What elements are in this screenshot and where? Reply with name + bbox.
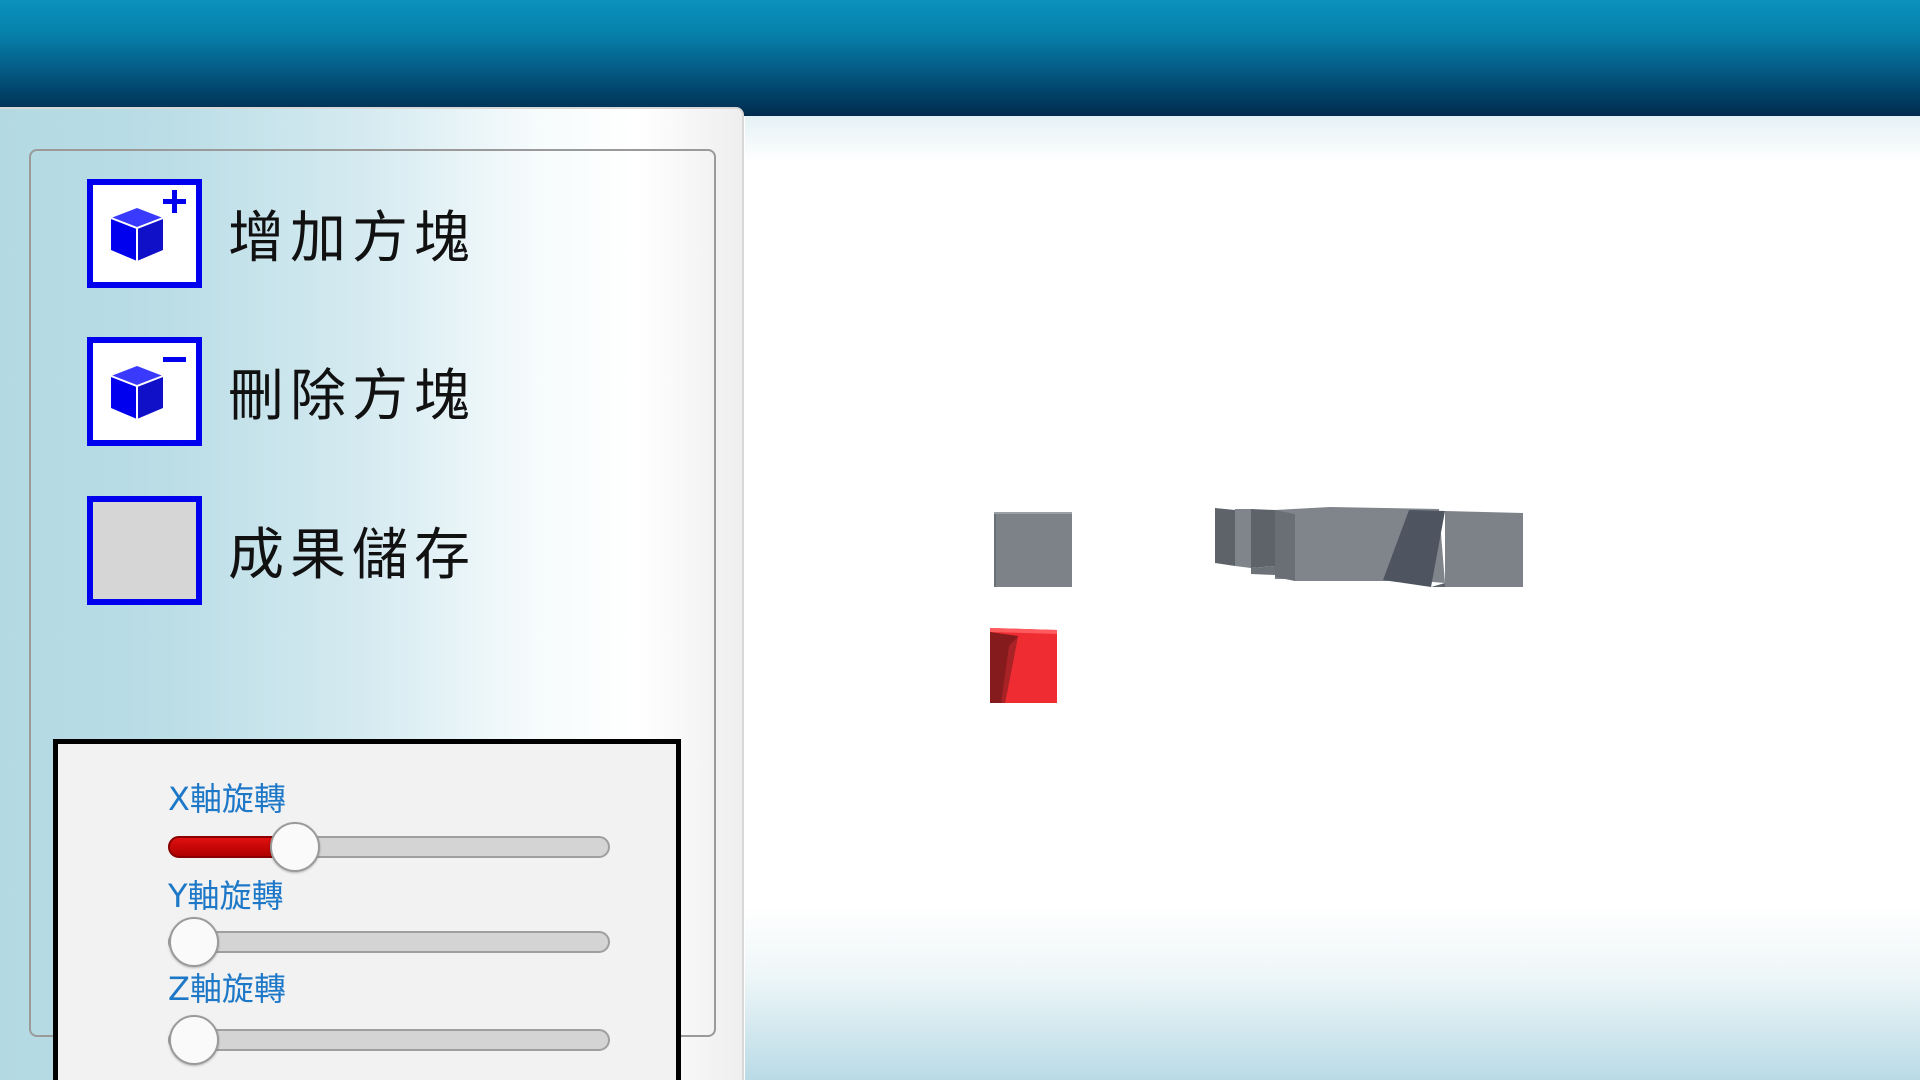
- remove-block-button[interactable]: 刪除方塊: [87, 337, 476, 446]
- z-rotation-slider[interactable]: [168, 1015, 610, 1065]
- rotation-control-box: X軸旋轉 Y軸旋轉 Z軸旋轉: [53, 739, 681, 1080]
- y-rotation-thumb[interactable]: [169, 917, 219, 967]
- add-block-label: 增加方塊: [228, 206, 476, 271]
- remove-block-label: 刪除方塊: [228, 364, 476, 429]
- remove-cube-icon[interactable]: [87, 337, 202, 446]
- top-header-bar: [0, 0, 1920, 116]
- selected-red-block[interactable]: [990, 628, 1057, 703]
- save-result-label: 成果儲存: [228, 523, 476, 588]
- x-rotation-slider[interactable]: [168, 822, 610, 872]
- add-block-button[interactable]: 增加方塊: [87, 179, 476, 288]
- y-rotation-label: Y軸旋轉: [168, 877, 284, 915]
- y-rotation-slider[interactable]: [168, 917, 610, 967]
- add-cube-icon[interactable]: [87, 179, 202, 288]
- x-rotation-label: X軸旋轉: [168, 780, 286, 818]
- scene-canvas[interactable]: [745, 116, 1920, 1080]
- z-rotation-thumb[interactable]: [169, 1015, 219, 1065]
- gray-block-1[interactable]: [994, 512, 1072, 587]
- control-panel: 增加方塊 刪除方塊 成果儲存 X軸旋轉 Y軸旋轉 Z軸旋轉: [0, 107, 744, 1080]
- app-window: 增加方塊 刪除方塊 成果儲存 X軸旋轉 Y軸旋轉 Z軸旋轉: [0, 0, 1920, 1080]
- save-result-button[interactable]: 成果儲存: [87, 496, 476, 605]
- x-rotation-thumb[interactable]: [270, 822, 321, 872]
- z-rotation-label: Z軸旋轉: [168, 970, 286, 1008]
- save-blank-icon[interactable]: [87, 496, 202, 605]
- gray-block-group[interactable]: [1215, 507, 1523, 587]
- 3d-viewport[interactable]: [745, 116, 1920, 1080]
